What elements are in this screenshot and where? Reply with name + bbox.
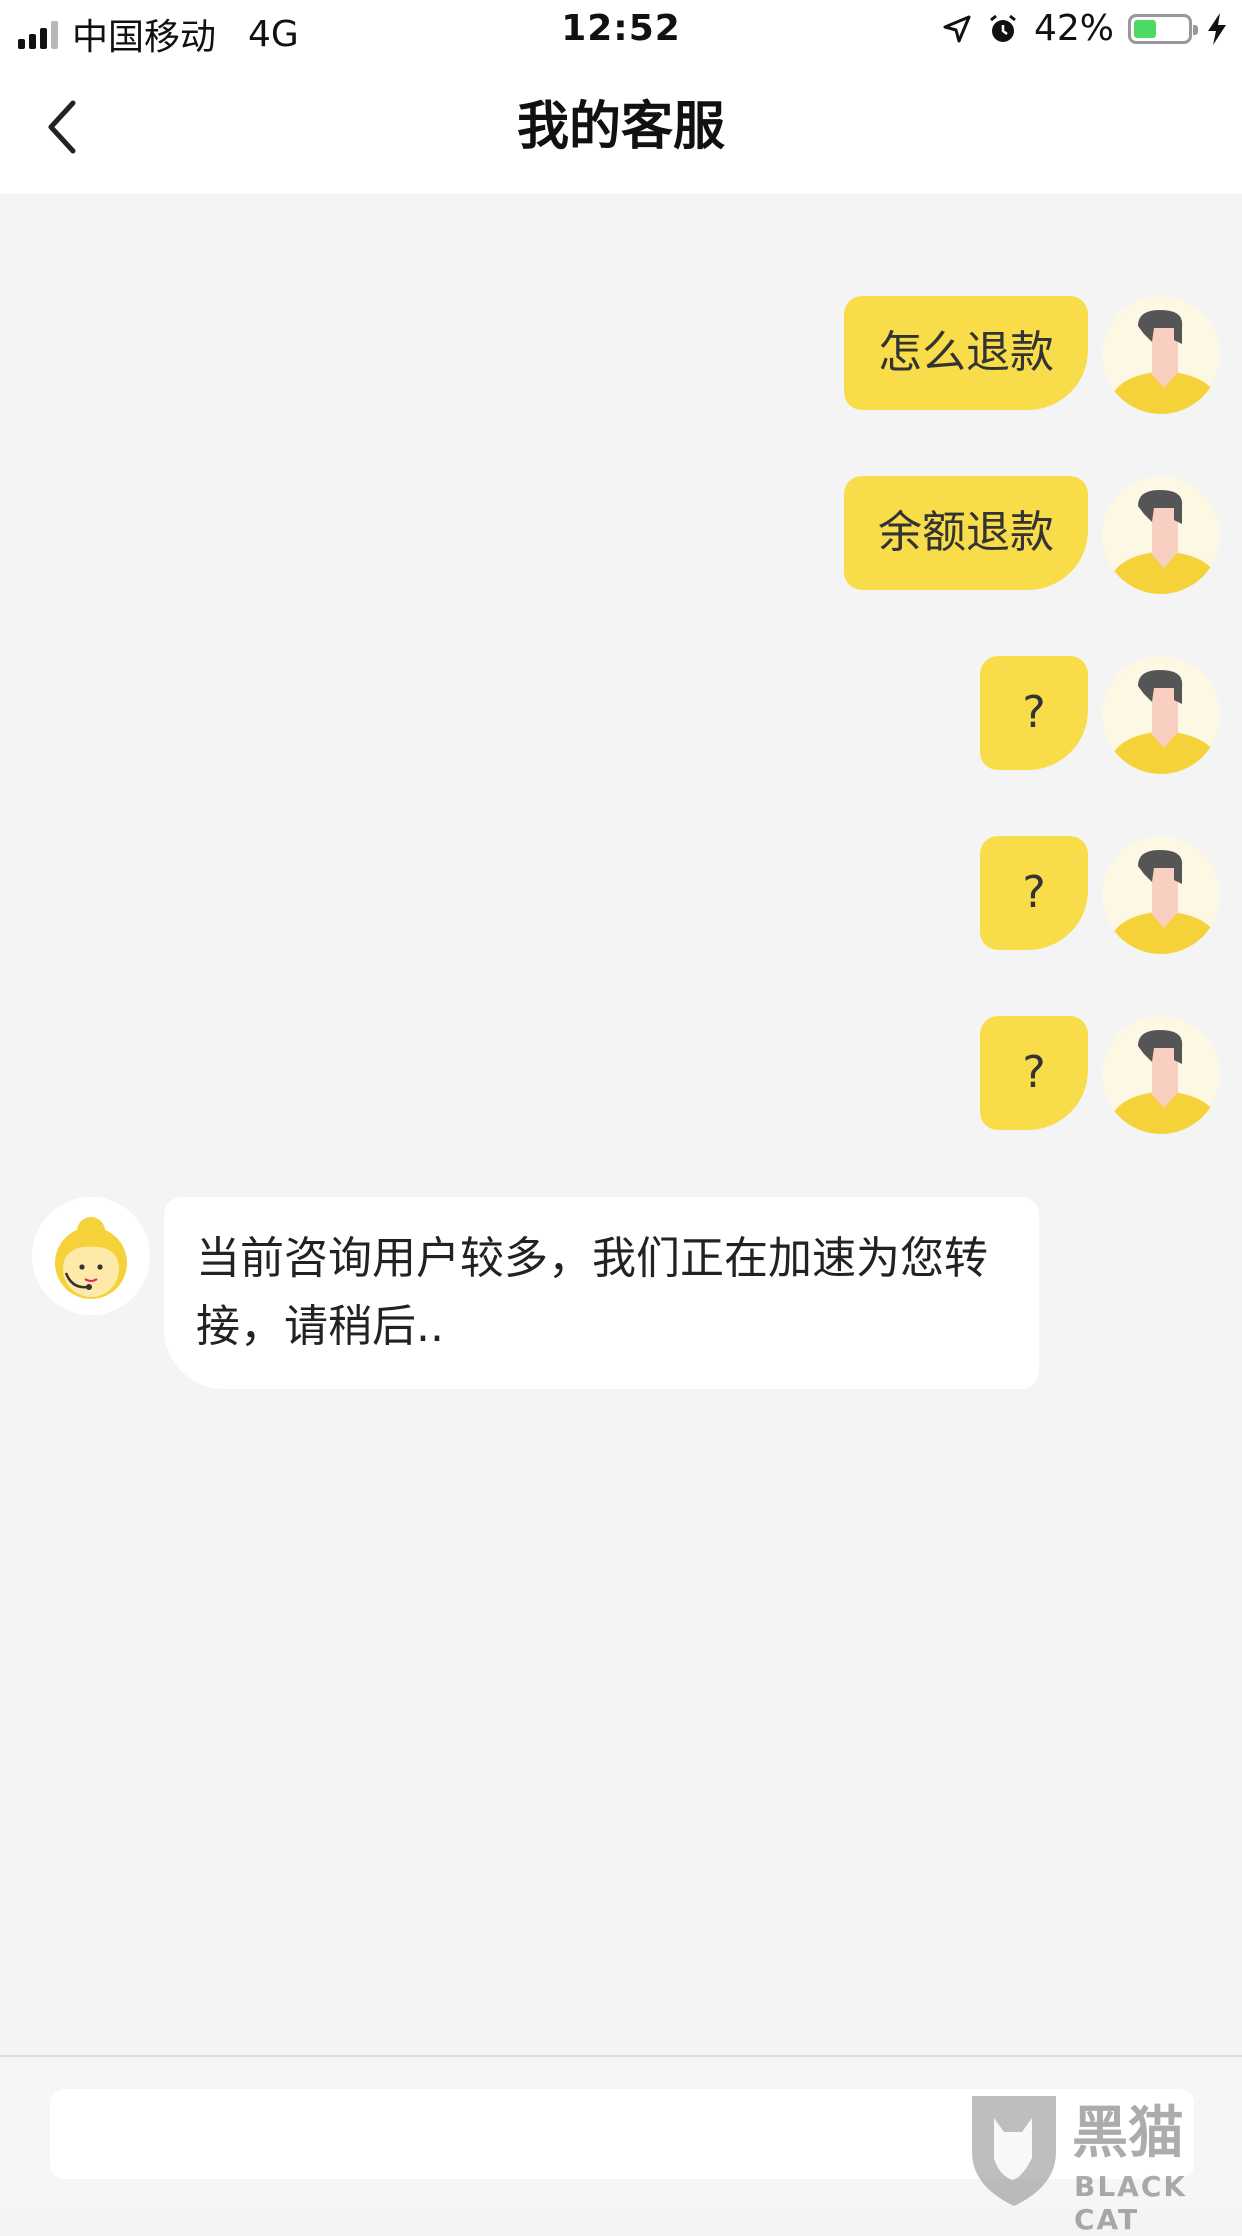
battery-percent: 42%	[1033, 8, 1114, 49]
message-incoming: 当前咨询用户较多，我们正在加速为您转接，请稍后..	[32, 1197, 1039, 1389]
message-outgoing: 怎么退款	[844, 296, 1220, 414]
page-title: 我的客服	[516, 97, 725, 157]
message-bubble[interactable]: ?	[980, 1016, 1088, 1130]
cat-shield-icon	[972, 2096, 1056, 2206]
message-bubble[interactable]: ?	[980, 656, 1088, 770]
user-avatar[interactable]	[1102, 656, 1220, 774]
user-avatar[interactable]	[1102, 476, 1220, 594]
user-avatar[interactable]	[1102, 296, 1220, 414]
message-bubble[interactable]: 余额退款	[844, 476, 1088, 590]
location-icon	[943, 15, 971, 42]
user-avatar[interactable]	[1102, 836, 1220, 954]
message-outgoing: ?	[980, 836, 1220, 954]
service-avatar[interactable]	[32, 1197, 150, 1315]
charging-icon	[1208, 12, 1226, 45]
message-bubble[interactable]: 当前咨询用户较多，我们正在加速为您转接，请稍后..	[164, 1197, 1039, 1389]
watermark-subtitle: BLACK CAT	[1074, 2170, 1188, 2236]
nav-bar: 我的客服	[0, 62, 1242, 194]
user-avatar[interactable]	[1102, 1016, 1220, 1134]
watermark-logo: 黑猫 BLACK CAT	[964, 2088, 1234, 2236]
status-bar: 中国移动 4G 12:52 42%	[0, 0, 1242, 62]
battery-icon	[1128, 13, 1198, 44]
watermark-title: 黑猫	[1072, 2101, 1184, 2166]
message-bubble[interactable]: ?	[980, 836, 1088, 950]
message-outgoing: ?	[980, 1016, 1220, 1134]
alarm-icon	[990, 14, 1016, 42]
message-outgoing: ?	[980, 656, 1220, 774]
message-outgoing: 余额退款	[844, 476, 1220, 594]
message-bubble[interactable]: 怎么退款	[844, 296, 1088, 410]
